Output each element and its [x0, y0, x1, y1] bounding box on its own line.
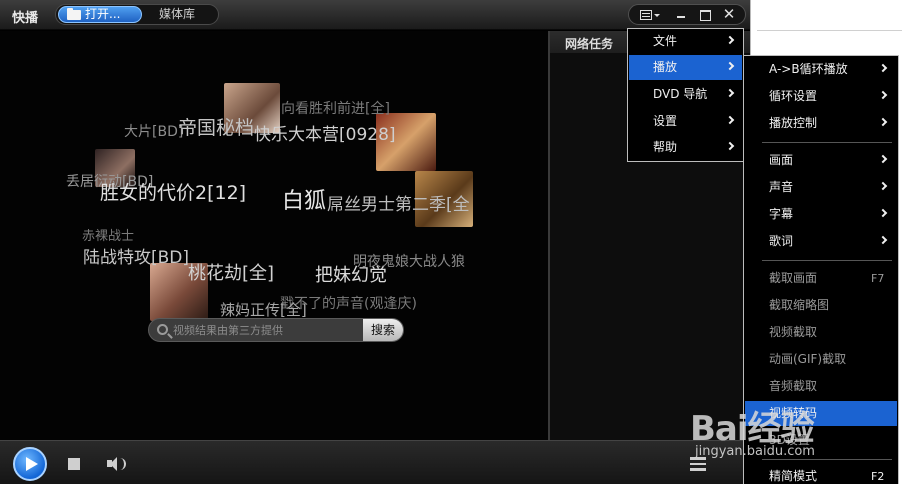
submenu-item-subtitles[interactable]: 字幕 — [745, 202, 897, 227]
menu-item-label: DVD 导航 — [653, 87, 708, 101]
menu-shortcut: F2 — [871, 470, 885, 483]
panel-title: 网络任务 — [565, 37, 614, 51]
tab-open-label: 打开... — [85, 7, 121, 21]
menu-item-label: 截取缩略图 — [769, 298, 830, 312]
menu-item-label: 截取画面 — [769, 271, 818, 285]
app-title: 快播 — [12, 11, 39, 26]
tag-word[interactable]: 大片[BD] — [124, 121, 183, 141]
chevron-right-icon — [725, 61, 735, 71]
tag-word[interactable]: 明夜鬼娘大战人狼 — [353, 251, 465, 271]
menu-item-label: 字幕 — [769, 207, 794, 221]
chevron-right-icon — [725, 115, 735, 125]
divider-line — [757, 30, 902, 31]
dropdown-arrow-icon — [654, 14, 660, 17]
menu-separator — [762, 142, 892, 143]
minimize-button[interactable] — [669, 5, 693, 24]
menu-separator — [762, 260, 892, 261]
menu-separator — [762, 459, 892, 460]
menu-item-label: A->B循环播放 — [769, 62, 848, 76]
tag-word[interactable]: 快乐大本营[0928] — [254, 120, 396, 145]
tag-word[interactable]: 陆战特攻[BD] — [83, 243, 189, 268]
chevron-right-icon — [725, 141, 735, 151]
control-bar — [0, 440, 750, 484]
tag-word[interactable]: 白狐 — [282, 183, 326, 215]
playlist-toggle-icon[interactable] — [690, 457, 706, 471]
menu-item-label: 文件 — [653, 34, 678, 48]
menu-item-label: 播放 — [653, 60, 678, 74]
chevron-right-icon — [878, 235, 888, 245]
chevron-right-icon — [725, 35, 735, 45]
baidu-watermark-logo: Bai经验 — [690, 409, 815, 449]
menu-icon — [640, 10, 652, 20]
menu-item-file[interactable]: 文件 — [629, 29, 742, 54]
menu-item-dvd-nav[interactable]: DVD 导航 — [629, 82, 742, 107]
menu-item-label: 设置 — [653, 114, 678, 128]
menu-item-label: 精简模式 — [769, 469, 818, 483]
chevron-right-icon — [878, 181, 888, 191]
chevron-right-icon — [878, 63, 888, 73]
menu-item-settings[interactable]: 设置 — [629, 109, 742, 134]
top-tabs: 打开... 媒体库 — [55, 4, 219, 25]
search-bar: 搜索 — [148, 318, 404, 342]
menu-item-label: 播放控制 — [769, 116, 818, 130]
tab-open[interactable]: 打开... — [58, 6, 142, 23]
submenu-item-compact-mode[interactable]: 精简模式 F2 — [745, 464, 897, 484]
chevron-right-icon — [878, 90, 888, 100]
title-bar[interactable]: 快播 打开... 媒体库 ✕ — [0, 0, 750, 30]
main-menu: 文件 播放 DVD 导航 设置 帮助 — [627, 28, 744, 162]
video-area[interactable]: 向看胜利前进[全] 大片[BD] 帝国秘档 快乐大本营[0928] 丢居衍动[B… — [0, 31, 548, 440]
menu-item-label: 视频截取 — [769, 325, 818, 339]
chevron-right-icon — [878, 208, 888, 218]
tag-word[interactable]: 赤裸战士 — [82, 225, 134, 244]
maximize-button[interactable] — [693, 5, 717, 24]
submenu-item-loop-settings[interactable]: 循环设置 — [745, 84, 897, 109]
submenu-item-video-clip[interactable]: 视频截取 — [745, 320, 897, 345]
volume-waves-icon — [118, 458, 126, 470]
stop-button[interactable] — [68, 458, 80, 470]
submenu-item-play-control[interactable]: 播放控制 — [745, 111, 897, 136]
menu-item-label: 帮助 — [653, 140, 678, 154]
menu-item-label: 歌词 — [769, 234, 794, 248]
submenu-item-audio-capture[interactable]: 音频截取 — [745, 374, 897, 399]
submenu-item-gif-capture[interactable]: 动画(GIF)截取 — [745, 347, 897, 372]
menu-item-label: 画面 — [769, 153, 794, 167]
menu-shortcut: F7 — [871, 272, 885, 285]
baidu-watermark-url: jingyan.baidu.com — [695, 444, 815, 459]
submenu-item-thumbnail[interactable]: 截取缩略图 — [745, 293, 897, 318]
menu-item-label: 声音 — [769, 180, 794, 194]
menu-item-play[interactable]: 播放 — [629, 55, 742, 80]
window-buttons: ✕ — [628, 4, 746, 25]
menu-item-label: 音频截取 — [769, 379, 818, 393]
submenu-item-picture[interactable]: 画面 — [745, 148, 897, 173]
search-input[interactable] — [173, 322, 359, 338]
menu-item-help[interactable]: 帮助 — [629, 135, 742, 160]
chevron-right-icon — [725, 88, 735, 98]
folder-icon — [67, 8, 81, 20]
tag-word[interactable]: 辣妈正传[全] — [220, 299, 307, 320]
menu-item-label: 循环设置 — [769, 89, 818, 103]
submenu-item-ab-loop[interactable]: A->B循环播放 — [745, 57, 897, 82]
submenu-item-lyrics[interactable]: 歌词 — [745, 229, 897, 254]
tag-word[interactable]: 桃花劫[全] — [188, 259, 274, 285]
search-icon — [157, 324, 168, 335]
search-button[interactable]: 搜索 — [363, 319, 403, 341]
tag-word[interactable]: 胜女的代价2[12] — [100, 178, 246, 205]
play-button[interactable] — [13, 447, 47, 481]
main-menu-button[interactable] — [635, 5, 663, 24]
tag-word[interactable]: 向看胜利前进[全] — [281, 98, 390, 118]
tag-word[interactable]: 屌丝男士第二季[全 — [327, 190, 470, 215]
chevron-right-icon — [878, 117, 888, 127]
tag-word[interactable]: 帝国秘档 — [178, 113, 254, 140]
menu-item-label: 动画(GIF)截取 — [769, 352, 847, 366]
submenu-item-screenshot[interactable]: 截取画面 F7 — [745, 266, 897, 291]
submenu-item-audio[interactable]: 声音 — [745, 175, 897, 200]
tab-media-library[interactable]: 媒体库 — [159, 6, 195, 23]
close-button[interactable]: ✕ — [717, 5, 741, 24]
chevron-right-icon — [878, 154, 888, 164]
